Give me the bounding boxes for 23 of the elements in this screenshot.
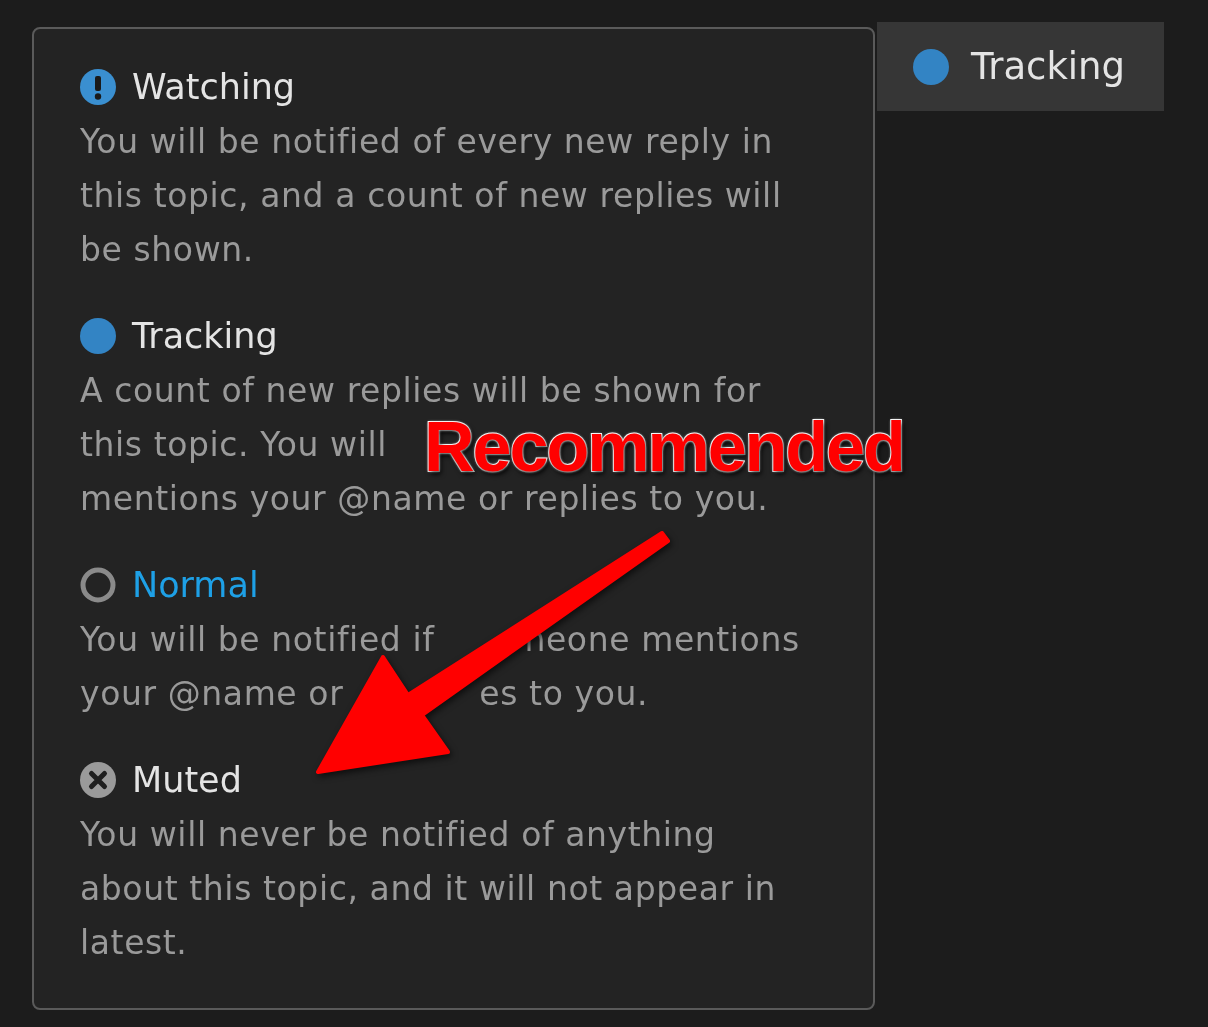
annotation-label: Recommended bbox=[424, 414, 904, 480]
option-title[interactable]: Watching bbox=[132, 67, 296, 107]
description-text: es to you. bbox=[479, 673, 649, 713]
exclamation-icon bbox=[80, 69, 116, 105]
description-text: latest. bbox=[80, 922, 188, 962]
circle-icon bbox=[80, 567, 116, 603]
description-text: You will never be notified of anything bbox=[80, 814, 716, 854]
description-text: You will be notified if bbox=[80, 619, 435, 659]
description-text: about this topic, and it will not appear in bbox=[80, 868, 777, 908]
dot-icon bbox=[80, 318, 116, 354]
notification-button[interactable]: Tracking bbox=[877, 22, 1164, 111]
description-text: your @name or bbox=[80, 673, 344, 713]
description-text: A count of new replies will be shown for bbox=[80, 370, 761, 410]
description-text: this topic. You will bbox=[80, 424, 387, 464]
dot-icon bbox=[913, 48, 949, 85]
option-title[interactable]: Tracking bbox=[132, 316, 278, 356]
description-text: mentions your @name or replies to you. bbox=[80, 478, 769, 518]
description-text: be shown. bbox=[80, 229, 254, 269]
option-title[interactable]: Normal bbox=[132, 565, 259, 605]
x-circle-icon bbox=[80, 762, 116, 798]
option-title[interactable]: Muted bbox=[132, 760, 242, 800]
description-text: this topic, and a count of new replies will bbox=[80, 175, 782, 215]
description-text: You will be notified of every new reply in bbox=[80, 121, 774, 161]
